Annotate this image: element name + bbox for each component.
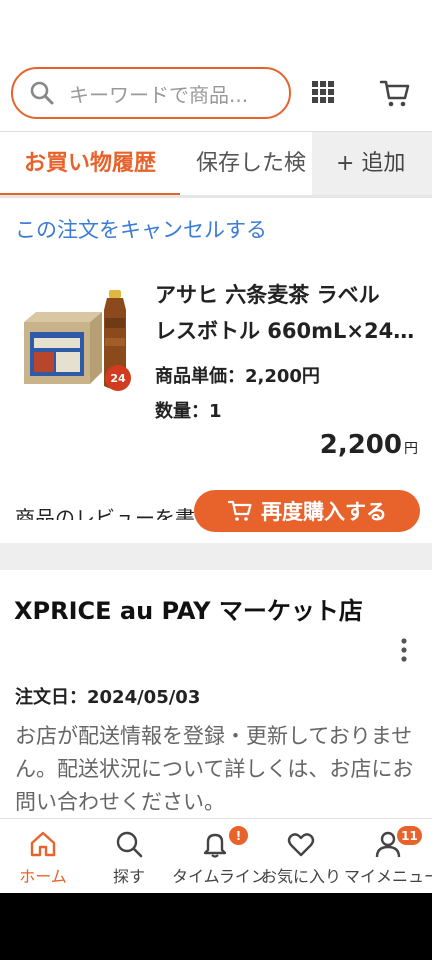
heart-icon bbox=[287, 833, 315, 857]
product-name-line2: レスボトル 660mL×24... bbox=[155, 319, 415, 343]
tab-saved-search[interactable]: 保存した検 bbox=[196, 132, 314, 196]
app-screen: キーワードで商品... お買い物履歴 保存した検 + 追加 この注文をキャンセル… bbox=[0, 0, 432, 893]
tab-bar-divider bbox=[0, 195, 432, 198]
nav-mymenu-label: マイメニュー bbox=[344, 867, 432, 886]
product-name-line1: アサヒ 六条麦茶 ラベル bbox=[155, 283, 380, 307]
rebuy-button-label: 再度購入する bbox=[261, 500, 387, 524]
nav-favorites-label: お気に入り bbox=[260, 867, 341, 886]
total-currency: 円 bbox=[404, 441, 418, 457]
write-review-link[interactable]: 商品のレビューを書く bbox=[15, 502, 215, 520]
tab-purchase-history[interactable]: お買い物履歴 bbox=[0, 132, 180, 196]
search-bar[interactable]: キーワードで商品... bbox=[11, 67, 291, 119]
nav-home[interactable]: ホーム bbox=[0, 819, 86, 893]
product-name[interactable]: アサヒ 六条麦茶 ラベル レスボトル 660mL×24... bbox=[155, 277, 415, 349]
search-icon bbox=[116, 831, 143, 858]
nav-search[interactable]: 探す bbox=[86, 819, 172, 893]
total-price: 2,200 円 bbox=[320, 430, 418, 460]
quantity: 数量：1 bbox=[155, 401, 222, 422]
nav-home-label: ホーム bbox=[19, 867, 67, 886]
bell-icon bbox=[203, 833, 227, 858]
nav-mymenu[interactable]: 11 マイメニュー bbox=[344, 819, 432, 893]
mymenu-badge: 11 bbox=[396, 825, 423, 846]
svg-text:24: 24 bbox=[110, 372, 126, 385]
cart-icon[interactable] bbox=[378, 76, 412, 110]
shop-name[interactable]: XPRICE au PAY マーケット店 bbox=[14, 592, 374, 630]
unit-price: 商品単価：2,200円 bbox=[155, 366, 320, 387]
section-separator bbox=[0, 543, 432, 570]
rebuy-button[interactable]: 再度購入する bbox=[194, 490, 420, 532]
bottom-navigation: ホーム 探す ! タイムライン お気に入り 11 マイメニュー bbox=[0, 818, 432, 893]
nav-timeline-label: タイムライン bbox=[172, 867, 267, 886]
search-placeholder: キーワードで商品... bbox=[69, 82, 249, 107]
nav-search-label: 探す bbox=[112, 867, 145, 886]
shipping-status-note: お店が配送情報を登録・更新しておりません。配送状況について詳しくは、お店にお問い… bbox=[15, 724, 414, 814]
cancel-order-link[interactable]: この注文をキャンセルする bbox=[15, 214, 267, 244]
tab-add-button[interactable]: + 追加 bbox=[312, 132, 432, 196]
nav-timeline[interactable]: ! タイムライン bbox=[172, 819, 267, 893]
timeline-badge: ! bbox=[228, 825, 249, 846]
category-grid-icon[interactable] bbox=[307, 76, 339, 108]
cart-icon bbox=[227, 500, 252, 521]
home-icon bbox=[30, 831, 56, 857]
order-date: 注文日：2024/05/03 bbox=[15, 687, 201, 708]
product-image[interactable]: 24 bbox=[20, 282, 138, 398]
nav-favorites[interactable]: お気に入り bbox=[258, 819, 344, 893]
search-icon bbox=[30, 81, 54, 105]
more-options-icon[interactable] bbox=[396, 636, 412, 664]
total-amount: 2,200 bbox=[319, 430, 402, 460]
